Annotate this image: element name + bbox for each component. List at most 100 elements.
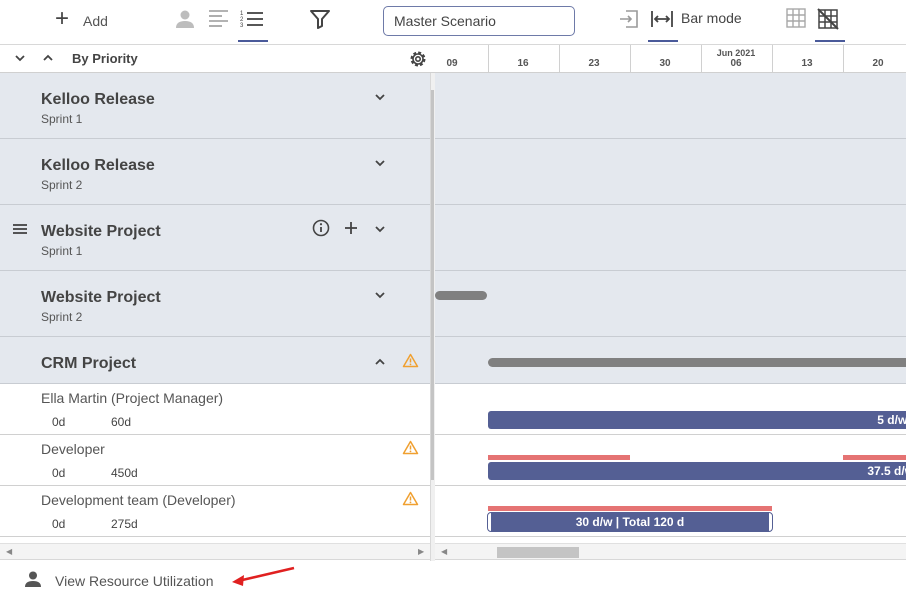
allocation-bar[interactable]: 30 d/w | Total 120 d (487, 512, 773, 532)
tick-label: 30 (659, 58, 671, 69)
project-bar[interactable] (488, 358, 906, 367)
warning-icon (402, 353, 419, 373)
timeline-row: 30 d/w | Total 120 d (435, 486, 906, 537)
timeline-pane: 5 d/w | 37.5 d/w 30 d/w | Total 120 d (435, 73, 906, 543)
project-name: Kelloo Release (41, 157, 155, 174)
tick-divider (772, 45, 773, 72)
person-view-icon[interactable] (174, 8, 200, 34)
group-title[interactable]: By Priority (72, 51, 138, 66)
text-align-icon[interactable] (208, 8, 234, 34)
tick-label: 06 (730, 58, 742, 69)
timeline-row (435, 271, 906, 337)
scenario-select[interactable]: Master Scenario (383, 6, 575, 36)
project-sprint: Sprint 1 (41, 112, 83, 126)
project-name: Kelloo Release (41, 91, 155, 108)
tick-label: 23 (588, 58, 600, 69)
expand-all-icon[interactable] (41, 51, 55, 70)
overallocation-bar (488, 455, 630, 460)
gear-icon[interactable] (407, 48, 429, 75)
person-icon (24, 570, 42, 593)
project-sprint: Sprint 1 (41, 244, 83, 258)
toolbar: + Add 123 Master Scenario Bar mode (0, 0, 906, 45)
tick-label: 20 (872, 58, 884, 69)
project-row[interactable]: CRM Project (0, 337, 430, 384)
tick-divider (488, 45, 489, 72)
tick-divider (630, 45, 631, 72)
project-row[interactable]: Website Project Sprint 2 (0, 271, 430, 337)
chevron-down-icon[interactable] (373, 156, 387, 175)
timeline-row: 5 d/w | (435, 384, 906, 435)
resource-value-1: 0d (52, 415, 66, 429)
resource-name: Ella Martin (Project Manager) (41, 390, 224, 406)
bar-mode-label[interactable]: Bar mode (681, 10, 742, 26)
resource-row[interactable]: Ella Martin (Project Manager) 0d 60d (0, 384, 430, 435)
resource-value-2: 450d (111, 466, 138, 480)
project-row[interactable]: Website Project Sprint 1 (0, 205, 430, 271)
project-list: Kelloo Release Sprint 1 Kelloo Release S… (0, 73, 430, 543)
warning-icon (402, 491, 419, 511)
view-resource-utilization-link[interactable]: View Resource Utilization (55, 573, 213, 589)
timeline-row (435, 73, 906, 139)
timeline-header: By Priority Jun 2021 09 16 23 30 06 13 20 (0, 45, 906, 73)
tick-divider (701, 45, 702, 72)
project-name: CRM Project (41, 355, 137, 372)
annotation-arrow-icon (230, 565, 298, 592)
month-label: Jun 2021 (716, 48, 756, 58)
project-bar[interactable] (435, 291, 487, 300)
tick-divider (843, 45, 844, 72)
plus-icon: + (55, 5, 70, 32)
resource-name: Developer (41, 441, 105, 457)
numbered-list-icon[interactable]: 123 (238, 8, 268, 42)
info-icon[interactable] (312, 219, 330, 242)
chevron-down-icon[interactable] (373, 222, 387, 241)
add-label: Add (83, 13, 108, 29)
resource-name: Development team (Developer) (41, 492, 236, 508)
footer: View Resource Utilization (0, 561, 906, 605)
timeline-row: 37.5 d/w (435, 435, 906, 486)
chevron-down-icon[interactable] (373, 288, 387, 307)
horizontal-scrollbar-thumb[interactable] (497, 547, 579, 558)
tick-label: 09 (446, 58, 458, 69)
timeline-row (435, 139, 906, 205)
drag-handle-icon[interactable] (12, 222, 28, 241)
resource-value-1: 0d (52, 517, 66, 531)
tick-divider (559, 45, 560, 72)
timeline-row (435, 337, 906, 384)
allocation-bar[interactable]: 5 d/w | (488, 411, 906, 429)
allocation-bar[interactable]: 37.5 d/w (488, 462, 906, 480)
project-name: Website Project (41, 223, 161, 240)
grid-off-icon[interactable] (815, 8, 845, 42)
resource-value-2: 275d (111, 517, 138, 531)
add-button[interactable]: + Add (55, 5, 108, 32)
login-icon[interactable] (618, 8, 644, 34)
bar-mode-icon[interactable] (648, 8, 678, 42)
project-row[interactable]: Kelloo Release Sprint 1 (0, 73, 430, 139)
resource-row[interactable]: Developer 0d 450d (0, 435, 430, 486)
project-sprint: Sprint 2 (41, 178, 83, 192)
resource-value-1: 0d (52, 466, 66, 480)
resource-row[interactable]: Development team (Developer) 0d 275d (0, 486, 430, 537)
tick-label: 13 (801, 58, 813, 69)
scroll-right-icon[interactable]: ▶ (418, 547, 424, 556)
warning-icon (402, 440, 419, 460)
project-sprint: Sprint 2 (41, 310, 83, 324)
scroll-left-icon[interactable]: ◀ (6, 547, 12, 556)
left-horizontal-scrollbar[interactable]: ◀ ▶ (0, 543, 430, 560)
chevron-up-icon[interactable] (373, 355, 387, 374)
resource-value-2: 60d (111, 415, 132, 429)
right-horizontal-scrollbar[interactable]: ◀ (435, 543, 906, 560)
timeline-row (435, 205, 906, 271)
project-name: Website Project (41, 289, 161, 306)
overallocation-bar (843, 455, 906, 460)
project-row[interactable]: Kelloo Release Sprint 2 (0, 139, 430, 205)
add-icon[interactable] (343, 220, 359, 241)
svg-text:3: 3 (240, 23, 244, 29)
chevron-down-icon[interactable] (373, 90, 387, 109)
tick-label: 16 (517, 58, 529, 69)
vertical-scrollbar-thumb[interactable] (431, 90, 434, 480)
grid-icon[interactable] (786, 8, 812, 34)
collapse-all-icon[interactable] (13, 51, 27, 70)
scroll-left-icon[interactable]: ◀ (441, 547, 447, 556)
filter-icon[interactable] (309, 8, 335, 34)
overallocation-bar (488, 506, 772, 511)
